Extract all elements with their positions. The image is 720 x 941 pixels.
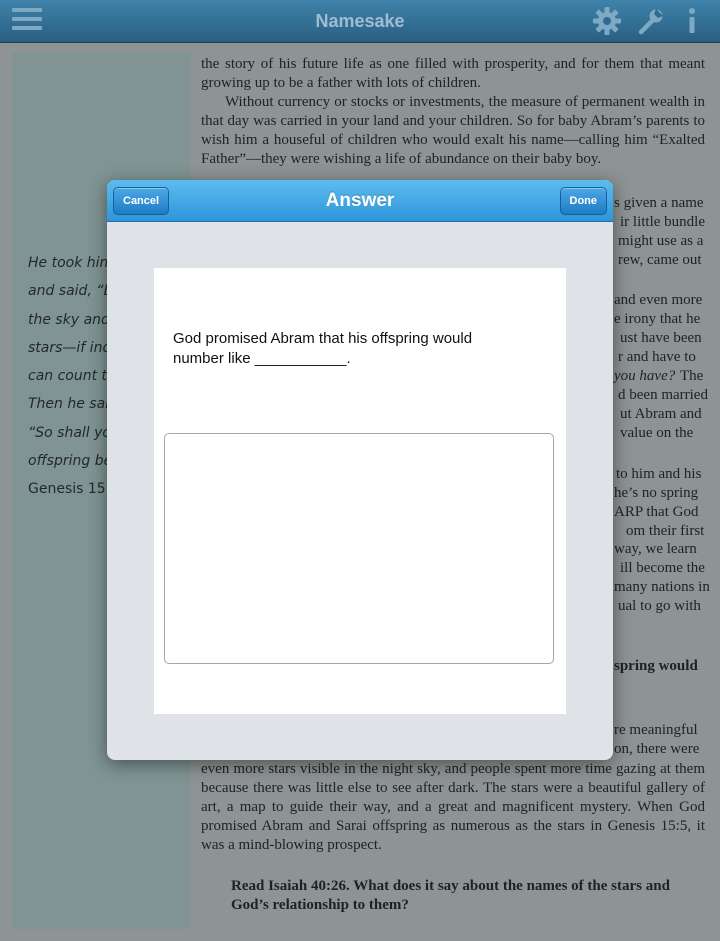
text-fragment: might use as a <box>618 233 704 249</box>
wrench-icon[interactable] <box>636 6 666 36</box>
text-fragment: ut Abram and <box>620 406 702 422</box>
text-fragment: ARP that God <box>614 504 699 520</box>
gear-icon[interactable] <box>592 6 622 36</box>
text-fragment: value on the <box>620 425 694 441</box>
text-fragment: you have? <box>614 368 676 384</box>
text-fragment: to him and his <box>616 466 702 482</box>
paragraph: Without currency or stocks or investment… <box>201 94 705 167</box>
cancel-button[interactable]: Cancel <box>113 187 170 215</box>
text-fragment: ual to go with <box>618 598 701 614</box>
info-icon[interactable] <box>680 6 704 36</box>
text-fragment: on, there were <box>614 741 700 757</box>
text-fragment: rew, came out <box>618 252 702 268</box>
modal-title: Answer <box>325 190 395 211</box>
text-fragment: spring would <box>614 658 698 674</box>
text-fragment: he’s no spring <box>614 485 699 501</box>
text-fragment: ir little bundle <box>620 214 705 230</box>
text-fragment: om their first <box>626 523 705 539</box>
answer-input[interactable] <box>164 433 554 664</box>
text-fragment: r and have to <box>618 349 696 365</box>
closing-paragraph: even more stars visible in the night sky… <box>201 761 705 853</box>
modal-header: Answer Cancel Done <box>107 180 613 222</box>
text-fragment: ill become the <box>620 560 705 576</box>
top-navigation-bar: Namesake <box>0 0 720 43</box>
text-fragment: and even more <box>614 292 703 308</box>
text-fragment: many nations in <box>614 579 710 595</box>
done-button[interactable]: Done <box>559 187 607 215</box>
text-fragment: s given a name <box>614 195 704 211</box>
text-fragment: ust have been <box>620 330 702 346</box>
study-question: Read Isaiah 40:26. What does it say abou… <box>231 878 670 913</box>
question-prompt: God promised Abram that his offspring wo… <box>173 330 473 367</box>
text-fragment: d been married <box>618 387 708 403</box>
text-fragment: e irony that he <box>614 311 701 327</box>
question-card: God promised Abram that his offspring wo… <box>154 268 566 714</box>
text-fragment: re meaningful <box>614 722 698 738</box>
article-body: the story of his future life as one fill… <box>201 55 705 169</box>
text-fragment: way, we learn <box>614 541 697 557</box>
paragraph: the story of his future life as one fill… <box>201 56 705 91</box>
answer-modal: Answer Cancel Done God promised Abram th… <box>107 180 613 760</box>
text-fragment: The <box>680 368 704 384</box>
